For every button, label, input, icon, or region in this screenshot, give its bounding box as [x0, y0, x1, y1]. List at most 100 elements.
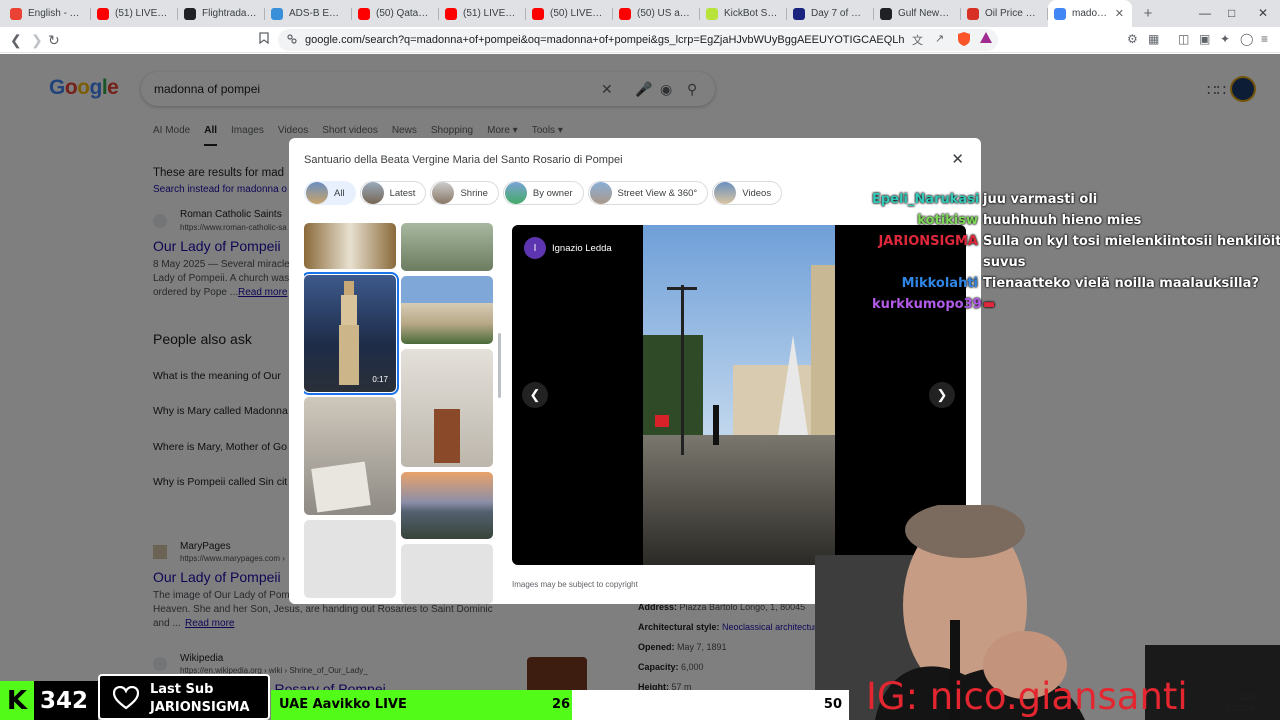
video-duration: 0:17 — [372, 375, 388, 384]
close-icon[interactable]: ✕ — [951, 150, 964, 168]
thumbnail-scrollbar[interactable] — [498, 333, 501, 398]
new-tab-button[interactable]: + — [1138, 5, 1158, 22]
browser-tab-strip: English - Tzofar (51) LIVE: Middle Flightr… — [0, 0, 1280, 27]
chip-label: All — [334, 187, 345, 199]
chip-thumbnail — [504, 182, 527, 204]
browser-tab[interactable]: (50) US and Isra — [613, 0, 700, 27]
window-close-icon[interactable]: ✕ — [1258, 6, 1268, 20]
chip-label: By owner — [532, 187, 573, 199]
browser-tab[interactable]: (51) LIVE: Tel Av — [439, 0, 526, 27]
next-arrow-icon[interactable]: ❯ — [929, 382, 955, 408]
photo-thumbnail[interactable] — [401, 223, 493, 271]
placeholder-thumbnail[interactable] — [401, 544, 493, 604]
brave-shield-icon[interactable] — [958, 32, 970, 46]
chip-all[interactable]: All — [304, 181, 356, 205]
browser-tab[interactable]: Oil Price Charts — [961, 0, 1048, 27]
chip-label: Latest — [389, 187, 416, 199]
tab-close-icon[interactable]: ✕ — [1115, 7, 1124, 20]
maximize-icon[interactable]: □ — [1228, 6, 1235, 20]
chip-thumbnail — [361, 182, 384, 204]
tab-title: Oil Price Charts — [985, 8, 1040, 19]
url-text[interactable]: google.com/search?q=madonna+of+pompei&oq… — [305, 34, 905, 46]
ai-icon[interactable]: ✦ — [1220, 32, 1230, 46]
photo-thumbnail[interactable] — [304, 397, 396, 515]
tab-favicon-icon — [97, 7, 109, 20]
menu-icon[interactable]: ≡ — [1261, 32, 1268, 46]
browser-tab[interactable]: (50) LIVE: Beirut — [526, 0, 613, 27]
chip-shrine[interactable]: Shrine — [430, 181, 499, 205]
chip-videos[interactable]: Videos — [712, 181, 783, 205]
sidebar-icon[interactable]: ◫ — [1178, 32, 1189, 46]
tab-title: ADS-B Exchange — [289, 8, 344, 19]
bookmark-icon[interactable] — [259, 32, 269, 44]
system-clock: 2.29 03/2026 — [1226, 692, 1255, 714]
wallet-icon[interactable]: ▣ — [1199, 32, 1210, 46]
chip-latest[interactable]: Latest — [359, 181, 427, 205]
previous-arrow-icon[interactable]: ❮ — [522, 382, 548, 408]
follower-count: 342 — [40, 687, 89, 714]
kick-follower-box: K 342 — [0, 681, 98, 720]
tab-title: KickBot Saved — [724, 8, 779, 19]
goal-total: 50 — [823, 697, 842, 712]
browser-tab[interactable]: Gulf News: Late — [874, 0, 961, 27]
copyright-notice: Images may be subject to copyright — [512, 580, 638, 589]
chat-username: kurkkumopo39 — [872, 297, 982, 312]
street-photo — [643, 225, 835, 565]
site-info-icon[interactable] — [286, 33, 298, 45]
chip-thumbnail — [714, 182, 737, 204]
browser-tab[interactable]: ADS-B Exchange — [265, 0, 352, 27]
browser-tab[interactable]: English - Tzofar — [4, 0, 91, 27]
chat-username: Mikkolahti — [901, 276, 978, 291]
heart-icon — [113, 686, 139, 710]
address-bar[interactable]: google.com/search?q=madonna+of+pompei&oq… — [278, 29, 998, 51]
goal-bar: UAE Aavikko LIVE 26 50 — [271, 690, 849, 720]
dialog-title: Santuario della Beata Vergine Maria del … — [304, 154, 623, 166]
minimize-icon[interactable]: — — [1199, 6, 1211, 20]
tab-title: English - Tzofar — [28, 8, 83, 19]
browser-tab[interactable]: (51) LIVE: Middle — [91, 0, 178, 27]
photo-thumbnail[interactable] — [304, 223, 396, 269]
chip-by-owner[interactable]: By owner — [502, 181, 584, 205]
tab-favicon-icon — [619, 7, 631, 20]
tab-title: Gulf News: Late — [898, 8, 953, 19]
rewards-icon[interactable] — [980, 32, 992, 44]
chip-street-view[interactable]: Street View & 360° — [587, 181, 709, 205]
last-sub-user: JARIONSIGMA — [150, 700, 250, 715]
tab-favicon-icon — [532, 7, 544, 20]
reading-list-icon[interactable]: ▦ — [1148, 32, 1159, 46]
chip-thumbnail — [306, 182, 328, 204]
instagram-handle: IG: nico.giansanti — [866, 675, 1188, 718]
browser-toolbar: ❮ ❯ ↻ google.com/search?q=madonna+of+pom… — [0, 27, 1280, 53]
photo-thumbnail[interactable] — [401, 472, 493, 539]
filter-chips: All Latest Shrine By owner Street View &… — [304, 181, 783, 205]
media-author[interactable]: I Ignazio Ledda — [524, 237, 612, 259]
browser-tab[interactable]: KickBot Saved — [700, 0, 787, 27]
tab-favicon-icon — [1054, 7, 1066, 20]
chat-message: Epeli_Narukasi juu varmasti oli — [872, 192, 1097, 207]
placeholder-thumbnail[interactable] — [304, 520, 396, 598]
extensions-icon[interactable]: ⚙ — [1127, 32, 1138, 46]
chat-text: suvus — [983, 255, 1026, 270]
browser-tab[interactable]: Day 7 of war: U — [787, 0, 874, 27]
last-sub-label: Last Sub — [150, 682, 214, 697]
photo-thumbnail[interactable] — [401, 276, 493, 344]
tab-favicon-icon — [271, 7, 283, 20]
share-icon[interactable]: ↗ — [935, 32, 944, 45]
translate-icon[interactable]: 文 — [912, 32, 923, 48]
tab-title: (51) LIVE: Middle — [115, 8, 170, 19]
chat-message: kurkkumopo39▬ — [872, 297, 995, 312]
chat-message: kotikisw huuhhuuh hieno mies — [872, 213, 1141, 228]
browser-tab[interactable]: madonna ✕ — [1048, 0, 1132, 27]
browser-tab[interactable]: (50) Qatar LIVE — [352, 0, 439, 27]
video-thumbnail-selected[interactable]: 0:17 — [304, 272, 399, 395]
browser-tab[interactable]: Flightradar24: L — [178, 0, 265, 27]
tab-favicon-icon — [10, 7, 22, 20]
back-icon[interactable]: ❮ — [10, 32, 22, 49]
forward-icon[interactable]: ❯ — [31, 32, 43, 49]
chat-text: huuhhuuh hieno mies — [983, 213, 1142, 228]
reload-icon[interactable]: ↻ — [48, 32, 60, 49]
author-avatar: I — [524, 237, 546, 259]
tab-favicon-icon — [184, 7, 196, 20]
vpn-icon[interactable]: ◯ — [1240, 32, 1253, 46]
photo-thumbnail[interactable] — [401, 349, 493, 467]
